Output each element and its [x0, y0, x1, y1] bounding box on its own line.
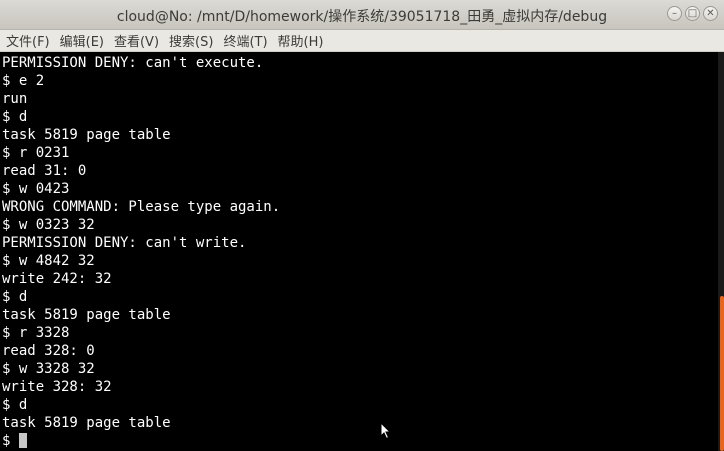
menu-help[interactable]: 帮助(H)	[278, 31, 324, 50]
terminal-line: run	[2, 91, 28, 107]
mouse-pointer-icon	[380, 422, 392, 440]
close-button[interactable]: ✕	[703, 6, 718, 21]
terminal-line: WRONG COMMAND: Please type again.	[2, 199, 281, 215]
menu-view[interactable]: 查看(V)	[114, 31, 159, 50]
terminal-line: task 5819 page table	[2, 127, 171, 143]
terminal-line: $ d	[2, 397, 28, 413]
terminal-line: read 328: 0	[2, 343, 95, 359]
menu-edit[interactable]: 编辑(E)	[60, 31, 104, 50]
terminal-line: $ r 0231	[2, 145, 70, 161]
menu-search[interactable]: 搜索(S)	[169, 31, 213, 50]
prompt-line[interactable]: $	[2, 432, 718, 450]
terminal-line: PERMISSION DENY: can't execute.	[2, 55, 264, 71]
terminal-line: write 328: 32	[2, 379, 112, 395]
terminal-line: $ d	[2, 109, 28, 125]
terminal-line: write 242: 32	[2, 271, 112, 287]
terminal-line: $ d	[2, 289, 28, 305]
terminal-line: PERMISSION DENY: can't write.	[2, 235, 247, 251]
title-bar[interactable]: cloud@No: /mnt/D/homework/操作系统/39051718_…	[0, 0, 724, 30]
terminal-line: $ e 2	[2, 73, 45, 89]
scrollbar[interactable]	[718, 52, 724, 451]
scrollbar-thumb[interactable]	[720, 296, 724, 451]
terminal-line: task 5819 page table	[2, 307, 171, 323]
text-cursor	[18, 433, 27, 448]
minimize-button[interactable]: –	[667, 6, 682, 21]
terminal-output[interactable]: PERMISSION DENY: can't execute. $ e 2 ru…	[0, 52, 718, 451]
terminal-window: cloud@No: /mnt/D/homework/操作系统/39051718_…	[0, 0, 724, 451]
window-controls: – □ ✕	[667, 6, 718, 21]
terminal-line: task 5819 page table	[2, 415, 171, 431]
maximize-button[interactable]: □	[685, 6, 700, 21]
menu-bar: 文件(F) 编辑(E) 查看(V) 搜索(S) 终端(T) 帮助(H)	[0, 30, 724, 52]
terminal-line: $ r 3328	[2, 325, 70, 341]
window-title: cloud@No: /mnt/D/homework/操作系统/39051718_…	[116, 9, 608, 25]
terminal-line: $ w 0323 32	[2, 217, 95, 233]
terminal-line: $ w 0423	[2, 181, 70, 197]
terminal-line: read 31: 0	[2, 163, 87, 179]
terminal-line: $ w 4842 32	[2, 253, 95, 269]
menu-terminal[interactable]: 终端(T)	[223, 31, 267, 50]
prompt: $	[2, 433, 19, 449]
menu-file[interactable]: 文件(F)	[6, 31, 50, 50]
terminal-line: $ w 3328 32	[2, 361, 95, 377]
